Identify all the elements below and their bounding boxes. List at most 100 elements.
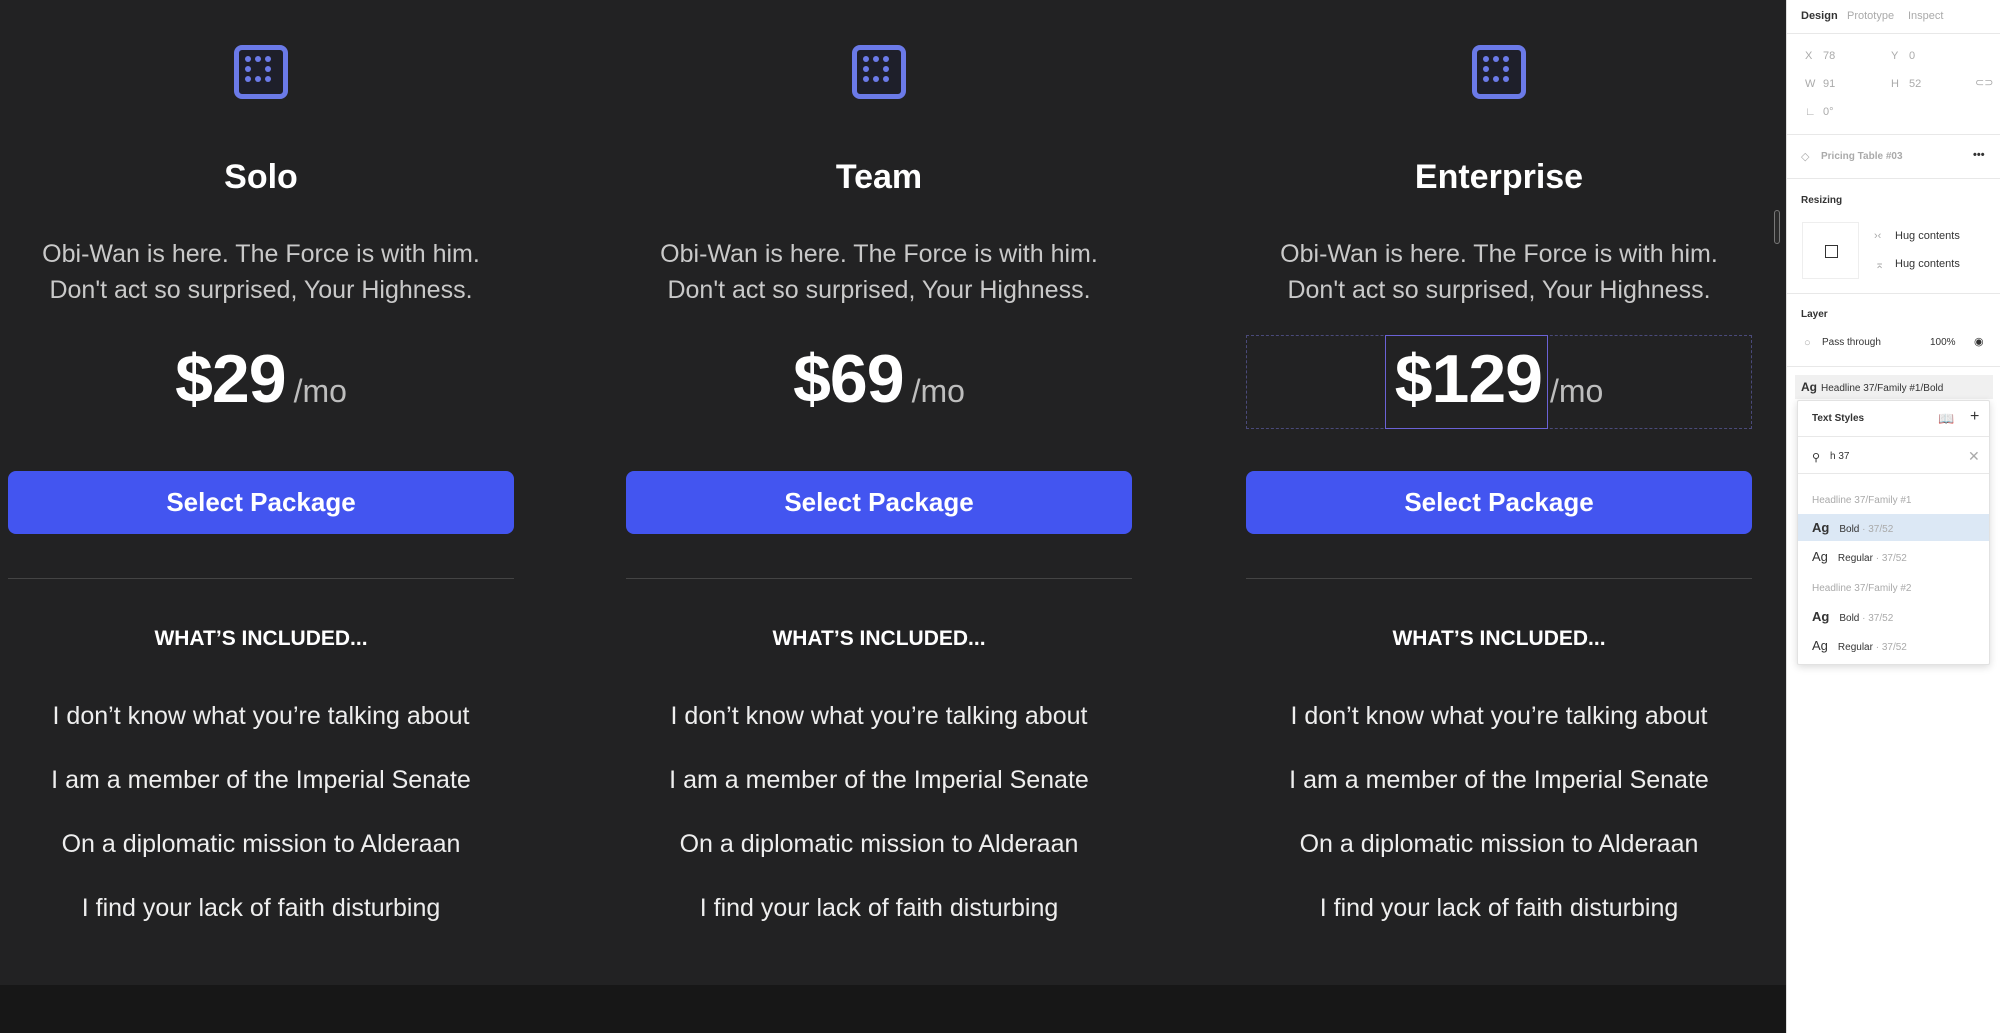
icon-dot xyxy=(1483,66,1489,72)
icon-dot xyxy=(1503,76,1509,82)
icon-dot xyxy=(883,66,889,72)
search-icon: ⚲ xyxy=(1812,452,1821,464)
tab-prototype[interactable]: Prototype xyxy=(1847,10,1894,22)
design-canvas[interactable]: Solo Obi-Wan is here. The Force is with … xyxy=(0,0,1786,1033)
style-option[interactable]: Ag Regular · 37/52 xyxy=(1798,632,1989,659)
price-period: /mo xyxy=(293,373,347,409)
icon-dot xyxy=(1483,76,1489,82)
icon-dot xyxy=(245,66,251,72)
divider xyxy=(1246,578,1752,579)
layer-title: Layer xyxy=(1801,309,1828,320)
feature-item: I don’t know what you’re talking about xyxy=(52,702,470,730)
feature-item: I am a member of the Imperial Senate xyxy=(1289,766,1709,794)
horizontal-resize-icon: ›‹ xyxy=(1874,230,1882,242)
price-period: /mo xyxy=(911,373,965,409)
pricing-card: Team Obi-Wan is here. The Force is with … xyxy=(626,0,1132,985)
style-label: Bold xyxy=(1839,613,1860,624)
style-group-label: Headline 37/Family #1 xyxy=(1812,495,1912,506)
vertical-resize-icon: ⌅ xyxy=(1875,259,1885,271)
vertical-resizing-select[interactable]: Hug contents xyxy=(1895,258,1960,270)
style-search-input[interactable]: h 37 xyxy=(1830,451,1849,462)
style-meta: · 37/52 xyxy=(1862,613,1894,624)
included-heading: WHAT’S INCLUDED... xyxy=(1392,627,1606,650)
icon-dot xyxy=(245,76,251,82)
blend-mode-select[interactable]: Pass through xyxy=(1822,337,1881,348)
grid-dots-icon xyxy=(852,45,906,99)
plan-description: Obi-Wan is here. The Force is with him. D… xyxy=(1280,240,1718,304)
plan-title: Enterprise xyxy=(1414,158,1584,196)
text-style-icon: Ag xyxy=(1812,638,1828,653)
h-label: H xyxy=(1891,78,1899,90)
resizing-title: Resizing xyxy=(1801,195,1843,206)
constrain-proportions-icon[interactable]: ⊂⊃ xyxy=(1975,76,1993,89)
icon-dot xyxy=(883,56,889,62)
library-icon[interactable]: 📖 xyxy=(1938,411,1954,427)
text-style-icon: Ag xyxy=(1801,380,1817,394)
style-meta: · 37/52 xyxy=(1875,553,1907,564)
style-meta: · 37/52 xyxy=(1875,642,1907,653)
h-input[interactable]: 52 xyxy=(1909,78,1921,90)
horizontal-resizing-select[interactable]: Hug contents xyxy=(1895,230,1960,242)
grid-dots-icon xyxy=(234,45,288,99)
design-panel: Design Prototype Inspect X 78 Y 0 W 91 H… xyxy=(1786,0,2000,1033)
feature-item: I don’t know what you’re talking about xyxy=(670,702,1088,730)
feature-item: I find your lack of faith disturbing xyxy=(81,894,441,922)
divider xyxy=(626,578,1132,579)
rotation-input[interactable]: 0° xyxy=(1823,106,1834,118)
icon-dot xyxy=(873,56,879,62)
icon-dot xyxy=(265,56,271,62)
style-label: Regular xyxy=(1837,553,1873,564)
price-amount: $69 xyxy=(793,341,904,417)
tab-inspect[interactable]: Inspect xyxy=(1908,10,1943,22)
feature-item: On a diplomatic mission to Alderaan xyxy=(61,830,461,858)
plan-price: $29/mo xyxy=(8,340,514,418)
text-style-icon: Ag xyxy=(1812,520,1830,535)
style-meta: · 37/52 xyxy=(1862,524,1894,535)
blend-icon: ○ xyxy=(1804,337,1811,349)
icon-dot xyxy=(1493,76,1499,82)
more-options-icon[interactable]: ••• xyxy=(1973,149,1985,161)
divider xyxy=(8,578,514,579)
opacity-input[interactable]: 100% xyxy=(1930,337,1956,348)
text-style-name: Headline 37/Family #1/Bold xyxy=(1821,383,1944,394)
style-label: Bold xyxy=(1839,524,1860,535)
rotation-icon: ∟ xyxy=(1805,106,1816,118)
pricing-card: Solo Obi-Wan is here. The Force is with … xyxy=(8,0,514,985)
feature-item: I find your lack of faith disturbing xyxy=(1319,894,1679,922)
feature-item: I don’t know what you’re talking about xyxy=(1290,702,1708,730)
select-package-button[interactable]: Select Package xyxy=(8,471,514,534)
component-name[interactable]: Pricing Table #03 xyxy=(1821,151,1903,162)
style-option[interactable]: Ag Bold · 37/52 xyxy=(1798,603,1989,630)
icon-dot xyxy=(265,66,271,72)
w-input[interactable]: 91 xyxy=(1823,78,1835,90)
select-package-button[interactable]: Select Package xyxy=(1246,471,1752,534)
selection-frame-price-text[interactable] xyxy=(1385,335,1548,429)
resizing-preview xyxy=(1802,222,1859,279)
feature-item: On a diplomatic mission to Alderaan xyxy=(1299,830,1699,858)
select-package-button[interactable]: Select Package xyxy=(626,471,1132,534)
plan-description: Obi-Wan is here. The Force is with him. D… xyxy=(42,240,480,304)
icon-dot xyxy=(1483,56,1489,62)
text-style-field[interactable]: Ag Headline 37/Family #1/Bold xyxy=(1795,375,1993,399)
scrollbar[interactable] xyxy=(1774,210,1780,244)
included-heading: WHAT’S INCLUDED... xyxy=(154,627,368,650)
x-label: X xyxy=(1805,50,1813,62)
y-label: Y xyxy=(1891,50,1899,62)
icon-dot xyxy=(863,76,869,82)
icon-dot xyxy=(863,66,869,72)
x-input[interactable]: 78 xyxy=(1823,50,1835,62)
text-style-icon: Ag xyxy=(1812,609,1830,624)
add-icon[interactable]: + xyxy=(1970,408,1979,426)
text-style-icon: Ag xyxy=(1812,549,1828,564)
style-option[interactable]: Ag Regular · 37/52 xyxy=(1798,543,1989,570)
feature-item: On a diplomatic mission to Alderaan xyxy=(679,830,1079,858)
eye-icon[interactable]: ◉ xyxy=(1974,335,1984,348)
style-option[interactable]: Ag Bold · 37/52 xyxy=(1798,514,1989,541)
feature-item: I am a member of the Imperial Senate xyxy=(51,766,471,794)
tab-design[interactable]: Design xyxy=(1801,10,1838,22)
plan-description: Obi-Wan is here. The Force is with him. D… xyxy=(660,240,1098,304)
y-input[interactable]: 0 xyxy=(1909,50,1915,62)
grid-dots-icon xyxy=(1472,45,1526,99)
included-heading: WHAT’S INCLUDED... xyxy=(772,627,986,650)
clear-search-icon[interactable]: ✕ xyxy=(1968,448,1980,465)
